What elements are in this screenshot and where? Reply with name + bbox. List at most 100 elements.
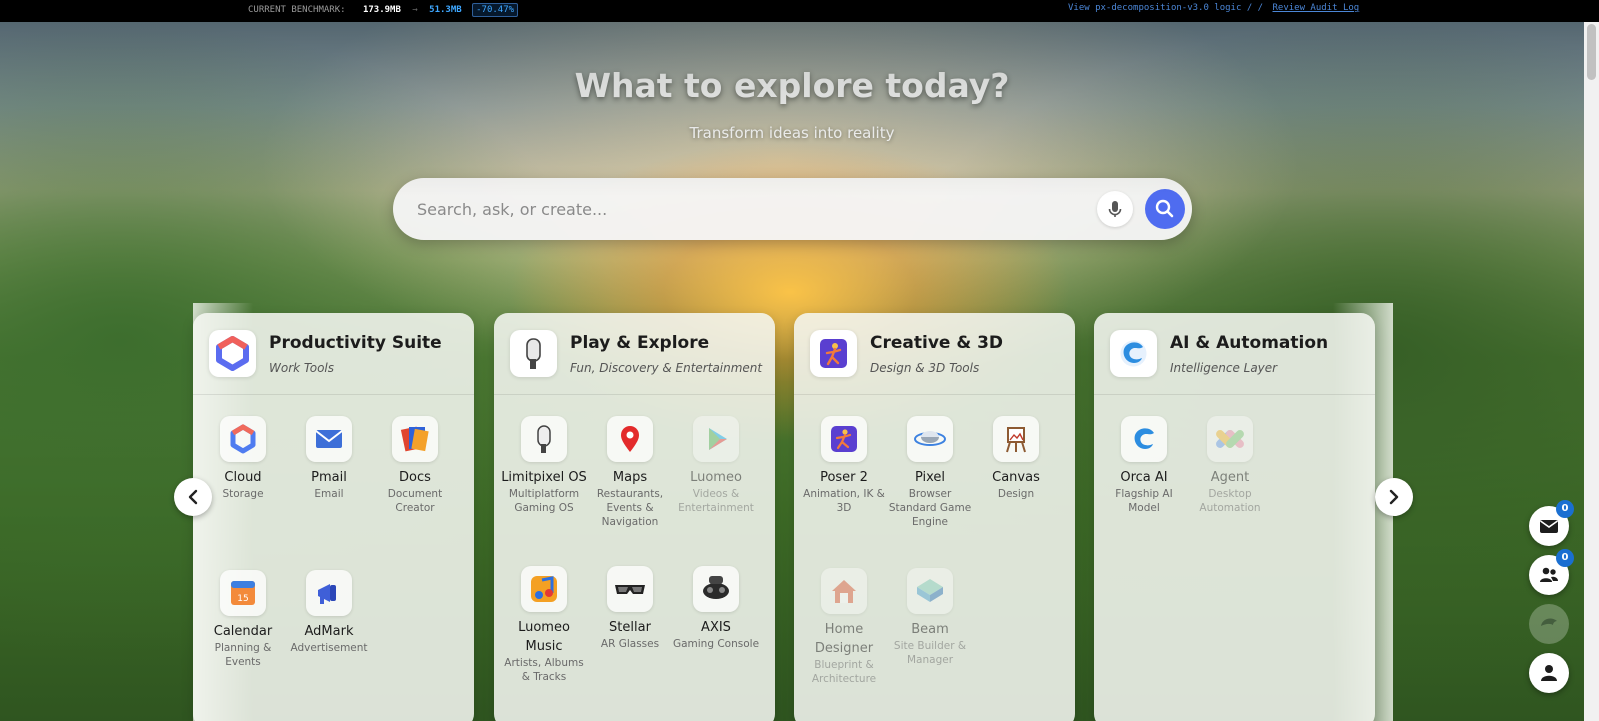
carousel-prev-button[interactable] (174, 478, 212, 516)
card-title: Productivity Suite (269, 333, 442, 353)
app-calendar[interactable]: 15 Calendar Planning & Events (199, 570, 287, 669)
benchmark-bar: CURRENT BENCHMARK: 173.9MB → 51.3MB -70.… (0, 0, 1599, 22)
carousel-fade-right (1333, 303, 1393, 721)
benchmark-separator: → (412, 5, 418, 15)
app-name: Poser 2 (820, 470, 868, 485)
microphone-button[interactable] (1097, 191, 1133, 227)
benchmark-percent-badge: -70.47% (472, 3, 519, 17)
search-input[interactable] (417, 194, 1067, 224)
app-admark[interactable]: AdMark Advertisement (285, 570, 373, 655)
app-description: Multiplatform Gaming OS (508, 488, 580, 514)
orbit-engine-icon (907, 416, 953, 462)
app-poser-2[interactable]: Poser 2 Animation, IK & 3D (800, 416, 888, 515)
controller-icon (521, 416, 567, 462)
play-icon (693, 416, 739, 462)
docs-icon (392, 416, 438, 462)
microphone-icon (1108, 201, 1122, 217)
app-description: Desktop Automation (1199, 488, 1261, 514)
app-name: AdMark (304, 624, 354, 639)
app-description: Planning & Events (214, 642, 272, 668)
user-icon (1541, 665, 1557, 681)
card-subtitle: Work Tools (269, 361, 335, 375)
app-home-designer[interactable]: Home Designer Blueprint & Architecture (800, 568, 888, 686)
messages-button[interactable]: 0 (1529, 500, 1574, 546)
app-axis[interactable]: AXIS Gaming Console (672, 566, 760, 651)
assistant-button[interactable] (1529, 604, 1569, 644)
app-description: Browser Standard Game Engine (888, 488, 972, 528)
messages-count-badge: 0 (1556, 500, 1574, 518)
app-description: Document Creator (387, 488, 443, 514)
landscape-background: What to explore today? Transform ideas i… (0, 22, 1584, 721)
poser-figure-icon (821, 416, 867, 462)
svg-text:15: 15 (237, 594, 248, 604)
app-docs[interactable]: Docs Document Creator (371, 416, 459, 515)
app-name: Cloud (224, 470, 262, 485)
contacts-button[interactable]: 0 (1529, 549, 1574, 595)
megaphone-icon (306, 570, 352, 616)
scrollbar-thumb[interactable] (1587, 24, 1596, 80)
app-description: Storage (222, 488, 264, 500)
page-title: What to explore today? (574, 66, 1010, 105)
app-luomeo-music[interactable]: Luomeo Music Artists, Albums & Tracks (500, 566, 588, 684)
house-icon (821, 568, 867, 614)
app-name: Limitpixel OS (501, 470, 587, 485)
profile-button[interactable] (1529, 653, 1569, 693)
benchmark-readout: CURRENT BENCHMARK: 173.9MB → 51.3MB -70.… (248, 3, 519, 17)
card-header: AI & Automation Intelligence Layer (1094, 313, 1375, 395)
agent-knot-icon (1207, 416, 1253, 462)
app-description: Restaurants, Events & Navigation (596, 488, 664, 528)
app-beam[interactable]: Beam Site Builder & Manager (886, 568, 974, 667)
audit-log-link[interactable]: Review Audit Log (1273, 3, 1360, 13)
app-name: Maps (612, 470, 648, 485)
cloud-storage-icon (220, 416, 266, 462)
contacts-count-badge: 0 (1556, 549, 1574, 567)
app-pmail[interactable]: Pmail Email (285, 416, 373, 501)
easel-icon (993, 416, 1039, 462)
envelope-icon (1540, 520, 1558, 533)
app-stellar[interactable]: Stellar AR Glasses (586, 566, 674, 651)
app-agent[interactable]: Agent Desktop Automation (1186, 416, 1274, 515)
card-title: AI & Automation (1170, 333, 1329, 353)
benchmark-before: 173.9MB (362, 5, 401, 15)
app-name: AXIS (701, 620, 731, 635)
card-subtitle: Design & 3D Tools (870, 361, 980, 375)
card-subtitle: Fun, Discovery & Entertainment (570, 361, 763, 375)
card-productivity-suite: Productivity Suite Work Tools Cloud Stor… (193, 313, 474, 721)
card-title: Play & Explore (570, 333, 710, 353)
app-canvas[interactable]: Canvas Design (972, 416, 1060, 501)
app-name: Stellar (609, 620, 651, 635)
category-carousel: Productivity Suite Work Tools Cloud Stor… (193, 303, 1393, 721)
mail-icon (306, 416, 352, 462)
app-name: Home Designer (814, 622, 874, 656)
link-separator: / / (1246, 3, 1264, 13)
app-name: Docs (399, 470, 431, 485)
app-description: Advertisement (290, 642, 368, 654)
app-luomeo[interactable]: Luomeo Videos & Entertainment (672, 416, 760, 515)
app-description: Flagship AI Model (1115, 488, 1173, 514)
page-subtitle: Transform ideas into reality (689, 124, 895, 142)
orca-icon (1121, 416, 1167, 462)
app-name: Calendar (213, 624, 273, 639)
ar-glasses-icon (607, 566, 653, 612)
app-description: Animation, IK & 3D (803, 488, 885, 514)
search-button[interactable] (1145, 189, 1185, 229)
search-bar (393, 178, 1192, 240)
app-limitpixel-os[interactable]: Limitpixel OS Multiplatform Gaming OS (500, 416, 588, 515)
app-orca-ai[interactable]: Orca AI Flagship AI Model (1100, 416, 1188, 515)
app-name: Beam (911, 622, 949, 637)
page-scrollbar[interactable] (1584, 22, 1599, 721)
app-cloud[interactable]: Cloud Storage (199, 416, 287, 501)
app-description: Blueprint & Architecture (811, 659, 877, 685)
app-pixel[interactable]: Pixel Browser Standard Game Engine (886, 416, 974, 529)
app-description: Email (314, 488, 344, 500)
card-title: Creative & 3D (870, 333, 1004, 353)
app-name: Agent (1210, 470, 1250, 485)
carousel-next-button[interactable] (1375, 478, 1413, 516)
app-name: Pmail (311, 470, 347, 485)
app-maps[interactable]: Maps Restaurants, Events & Navigation (586, 416, 674, 529)
logic-link[interactable]: View px-decomposition-v3.0 logic (1068, 3, 1241, 13)
map-pin-icon (607, 416, 653, 462)
app-description: Gaming Console (672, 638, 760, 650)
app-description: Artists, Albums & Tracks (504, 657, 584, 683)
card-header: Productivity Suite Work Tools (193, 313, 474, 395)
